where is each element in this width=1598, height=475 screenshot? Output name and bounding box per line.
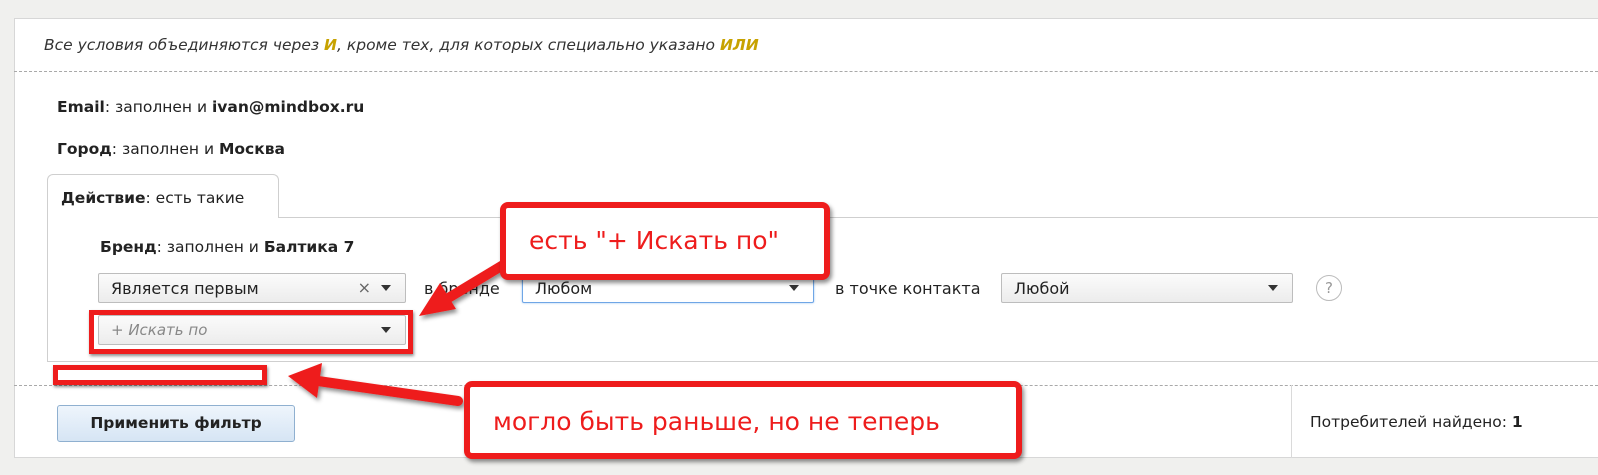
arrow-to-search-by <box>419 257 513 316</box>
callout-old-position: могло быть раньше, но не теперь <box>464 381 1022 459</box>
arrow-to-old-position <box>288 363 463 406</box>
callout-search-by: есть "+ Искать по" <box>500 202 830 280</box>
